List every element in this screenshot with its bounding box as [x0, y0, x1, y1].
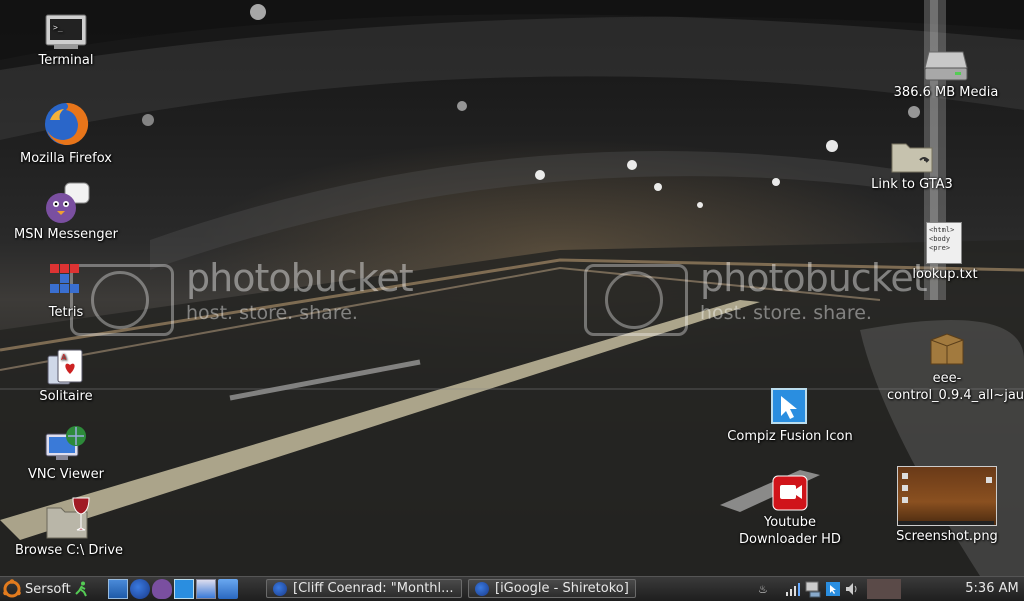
desktop-icon-screenshot-png[interactable]: Screenshot.png — [886, 466, 1008, 545]
vnc-icon[interactable] — [196, 579, 216, 599]
desktop-icon-link-to-gta3[interactable]: Link to GTA3 — [856, 138, 968, 193]
running-man-icon — [75, 581, 87, 597]
desktop-icon-msn-messenger[interactable]: MSN Messenger — [10, 182, 122, 243]
compiz-icon[interactable] — [174, 579, 194, 599]
desktop-icon-vnc-viewer[interactable]: VNC Viewer — [10, 424, 122, 483]
taskbar-window-title: [Cliff Coenrad: "Monthl... — [293, 581, 454, 596]
desktop-icon-label: Tetris — [48, 305, 84, 320]
firefox-icon — [273, 581, 287, 596]
compiz-icon — [771, 388, 807, 424]
desktop-icon-browse-c-drive[interactable]: Browse C:\ Drive — [4, 496, 134, 559]
watermark-tagline: host. store. share. — [186, 302, 358, 324]
main-menu-button[interactable]: Sersoft — [2, 577, 100, 601]
desktop-icon-label: Screenshot.png — [896, 529, 998, 544]
quick-launch-bar — [108, 579, 238, 599]
desktop-icon-label: Browse C:\ Drive — [14, 543, 124, 558]
watermark-brand: photobucket — [700, 256, 928, 300]
desktop-icon-label: lookup.txt — [912, 267, 978, 282]
desktop-icon-label: Compiz Fusion Icon — [727, 429, 853, 444]
wine-icon[interactable]: ♨ — [758, 583, 782, 596]
desktop-icon-label: 386.6 MB Media — [893, 85, 999, 100]
desktop-icon-terminal[interactable]: >_ Terminal — [10, 14, 122, 69]
show-desktop-icon[interactable] — [108, 579, 128, 599]
screenshot-thumbnail — [897, 466, 997, 526]
desktop-icon-label: eee-control_0.9.4_all~jaunty.deb — [887, 371, 1024, 403]
pidgin-icon[interactable] — [152, 579, 172, 599]
files-icon[interactable] — [218, 579, 238, 599]
firefox-icon[interactable] — [130, 579, 150, 599]
desktop-icon-firefox[interactable]: Mozilla Firefox — [10, 100, 122, 167]
desktop-icon-label: Terminal — [38, 53, 94, 68]
desktop-icon-compiz-fusion[interactable]: Compiz Fusion Icon — [722, 386, 858, 445]
signal-icon[interactable] — [785, 581, 801, 597]
desktop-icon-media-drive[interactable]: 386.6 MB Media — [884, 48, 1008, 101]
svg-text:>_: >_ — [53, 23, 63, 32]
desktop-icon-youtube-downloader[interactable]: Youtube Downloader HD — [732, 474, 848, 548]
compiz-tray-icon[interactable] — [825, 581, 841, 597]
taskbar-window-button[interactable]: [iGoogle - Shiretoko] — [468, 579, 636, 598]
desktop-icon-label: Solitaire — [39, 389, 93, 404]
ubuntu-logo-icon — [3, 579, 21, 598]
desktop-icon-eee-control-deb[interactable]: eee-control_0.9.4_all~jaunty.deb — [878, 330, 1024, 404]
watermark-brand: photobucket — [186, 256, 414, 300]
desktop-icon-label: Mozilla Firefox — [20, 151, 112, 166]
volume-icon[interactable] — [844, 581, 860, 597]
system-tray: ♨ — [758, 579, 901, 599]
package-icon — [930, 333, 964, 365]
network-icon[interactable] — [804, 580, 822, 598]
solitaire-icon: A — [47, 349, 83, 385]
desktop-icon-tetris[interactable]: Tetris — [10, 262, 122, 321]
taskbar-window-title: [iGoogle - Shiretoko] — [495, 581, 629, 596]
main-menu-label: Sersoft — [25, 581, 71, 597]
firefox-icon — [45, 102, 89, 145]
vnc-viewer-icon — [45, 426, 86, 460]
youtube-downloader-icon — [772, 475, 808, 511]
watermark-tagline: host. store. share. — [700, 302, 872, 324]
wine-folder-icon — [46, 497, 90, 539]
firefox-icon — [475, 581, 489, 596]
desktop-icon-label: Link to GTA3 — [871, 177, 953, 192]
folder-link-icon — [891, 143, 933, 173]
desktop-icon-lookup-txt[interactable]: <html> <body <pre> lookup.txt — [896, 222, 994, 283]
taskbar: Sersoft [Cliff Coenrad: "Monthl... [iGoo… — [0, 576, 1024, 601]
drive-icon — [924, 51, 968, 81]
desktop-icon-label: VNC Viewer — [27, 467, 105, 482]
desktop-icon-label: Youtube Downloader HD — [739, 515, 841, 547]
svg-text:A: A — [61, 353, 67, 362]
clock[interactable]: 5:36 AM — [962, 577, 1022, 601]
tray-blank-area — [867, 579, 901, 599]
terminal-icon: >_ — [45, 14, 87, 49]
text-file-icon: <html> <body <pre> — [926, 222, 962, 264]
photobucket-logo-icon — [584, 264, 688, 336]
pidgin-icon — [46, 182, 90, 223]
taskbar-window-button[interactable]: [Cliff Coenrad: "Monthl... — [266, 579, 462, 598]
desktop-icon-label: MSN Messenger — [14, 227, 118, 242]
desktop-icon-solitaire[interactable]: A Solitaire — [10, 348, 122, 405]
tetris-icon — [50, 264, 79, 293]
